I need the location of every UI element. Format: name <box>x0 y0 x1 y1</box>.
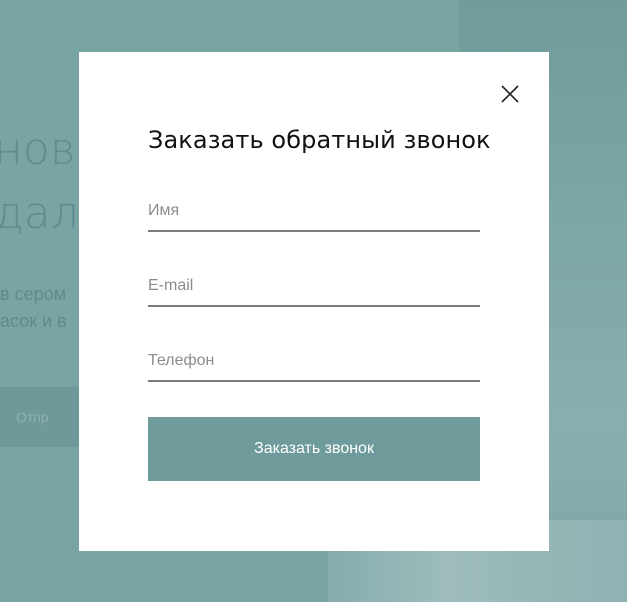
phone-field[interactable] <box>148 342 480 382</box>
background-button-label: Отпр <box>16 409 49 425</box>
background-text-line-2: асок и в <box>0 311 67 331</box>
background-heading-line-1: нов <box>0 124 76 175</box>
background-text-line-1: в сером <box>0 284 66 304</box>
modal-title: Заказать обратный звонок <box>148 126 491 154</box>
background-heading-line-2: дал <box>0 188 79 239</box>
callback-modal: Заказать обратный звонок Заказать звонок <box>79 52 549 551</box>
email-field[interactable] <box>148 267 480 307</box>
close-icon <box>501 85 519 103</box>
name-field[interactable] <box>148 192 480 232</box>
order-call-button[interactable]: Заказать звонок <box>148 417 480 481</box>
close-button[interactable] <box>499 83 521 105</box>
